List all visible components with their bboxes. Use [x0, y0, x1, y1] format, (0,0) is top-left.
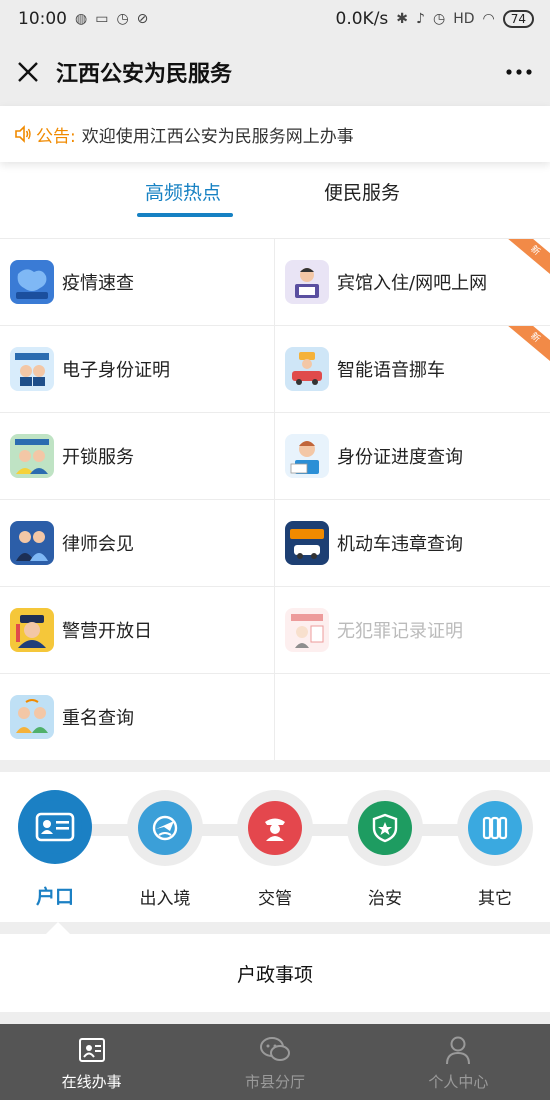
- category-label: 交管: [258, 889, 292, 909]
- category-label: 户口: [35, 886, 74, 908]
- category-label: 出入境: [139, 889, 191, 909]
- service-label: 无犯罪记录证明: [337, 621, 463, 642]
- service-label: 开锁服务: [62, 447, 134, 468]
- airplane-globe-icon: [138, 801, 192, 855]
- speaker-icon: [15, 125, 31, 143]
- page-title: 江西公安为民服务: [56, 62, 233, 87]
- traffic-police-icon: [248, 801, 302, 855]
- service-id-progress[interactable]: 身份证进度查询: [275, 412, 550, 499]
- nav-online-service[interactable]: 在线办事: [0, 1024, 183, 1100]
- new-badge: 新: [503, 326, 550, 367]
- section-title: 户政事项: [0, 934, 550, 1012]
- category-ring: [347, 790, 423, 866]
- id-progress-icon: [285, 434, 329, 478]
- vr-icon: ▭: [95, 11, 109, 27]
- tab-hot[interactable]: 高频热点: [145, 178, 221, 205]
- service-police-open-day[interactable]: 警营开放日: [0, 586, 275, 673]
- category-other[interactable]: 其它: [440, 790, 550, 909]
- service-label: 身份证进度查询: [337, 447, 463, 468]
- title-bar: 江西公安为民服务: [0, 38, 550, 106]
- service-label: 律师会见: [62, 534, 134, 555]
- category-pointer: [46, 922, 70, 934]
- battery-indicator: 74: [502, 10, 534, 28]
- nav-city-hall[interactable]: 市县分厅: [183, 1024, 366, 1100]
- service-move-car[interactable]: 智能语音挪车 新: [275, 325, 550, 412]
- bluetooth-icon: ✱: [396, 11, 409, 27]
- wechat-icon: ◍: [75, 11, 88, 27]
- no-crime-record-icon: [285, 608, 329, 652]
- category-ring: [457, 790, 533, 866]
- police-open-day-icon: [10, 608, 54, 652]
- close-button[interactable]: [0, 38, 56, 106]
- clock-icon: ◷: [432, 11, 446, 27]
- tab-active-indicator: [137, 213, 233, 217]
- notice-bar[interactable]: 公告: 欢迎使用江西公安为民服务网上办事: [0, 106, 550, 162]
- wifi-icon: ◠: [482, 11, 495, 27]
- alarm-icon: ◷: [116, 11, 129, 27]
- household-id-card-icon: [28, 800, 82, 854]
- nav-personal-center[interactable]: 个人中心: [367, 1024, 550, 1100]
- service-hotel-checkin[interactable]: 宾馆入住/网吧上网 新: [275, 238, 550, 325]
- service-unlock[interactable]: 开锁服务: [0, 412, 275, 499]
- category-public-security[interactable]: 治安: [330, 790, 440, 909]
- traffic-violation-icon: [285, 521, 329, 565]
- notice-text: 欢迎使用江西公安为民服务网上办事: [81, 126, 354, 147]
- status-time: 10:00: [18, 9, 67, 29]
- category-ring: [127, 790, 203, 866]
- category-exit-entry[interactable]: 出入境: [110, 790, 220, 909]
- service-label: 疫情速查: [62, 273, 134, 294]
- police-badge-icon: [358, 801, 412, 855]
- service-label: 宾馆入住/网吧上网: [337, 273, 488, 294]
- lawyer-meeting-icon: [10, 521, 54, 565]
- move-car-icon: [285, 347, 329, 391]
- service-no-crime-record[interactable]: 无犯罪记录证明: [275, 586, 550, 673]
- name-search-icon: [10, 695, 54, 739]
- unlock-service-icon: [10, 434, 54, 478]
- tab-convenience[interactable]: 便民服务: [324, 178, 400, 205]
- category-label: 治安: [368, 889, 402, 909]
- service-e-id[interactable]: 电子身份证明: [0, 325, 275, 412]
- service-label: 机动车违章查询: [337, 534, 463, 555]
- close-icon: [18, 62, 38, 82]
- category-selector: 户口 出入境 交管 治安 其它: [0, 772, 550, 922]
- person-icon: [441, 1033, 475, 1067]
- service-label: 电子身份证明: [62, 360, 170, 381]
- bottom-navigation: 在线办事 市县分厅 个人中心: [0, 1024, 550, 1100]
- mute-bell-icon: ♪: [416, 11, 425, 27]
- category-ring: [237, 790, 313, 866]
- service-grid: 疫情速查 宾馆入住/网吧上网 新 电子身份证明 智能语音挪车 新 开锁服务 身份…: [0, 238, 550, 760]
- service-label: 警营开放日: [62, 621, 152, 642]
- nav-label: 个人中心: [428, 1072, 489, 1091]
- service-epidemic-check[interactable]: 疫情速查: [0, 238, 275, 325]
- notice-label: 公告:: [36, 126, 76, 147]
- category-household[interactable]: 户口: [0, 790, 110, 909]
- epidemic-map-icon: [10, 260, 54, 304]
- status-bar: 10:00 ◍ ▭ ◷ ⊘ 0.0K/s ✱ ♪ ◷ HD ◠ 74: [0, 0, 550, 38]
- blocked-icon: ⊘: [136, 11, 149, 27]
- more-dots-icon: [506, 69, 532, 75]
- category-traffic[interactable]: 交管: [220, 790, 330, 909]
- category-ring: [18, 790, 92, 864]
- online-service-icon: [75, 1033, 109, 1067]
- nav-label: 在线办事: [61, 1072, 122, 1091]
- other-folders-icon: [468, 801, 522, 855]
- tab-bar: 高频热点 便民服务: [0, 162, 550, 238]
- hd-signal-icon: HD: [453, 11, 475, 27]
- service-empty: [275, 673, 550, 760]
- city-hall-chat-icon: [258, 1033, 292, 1067]
- more-options-button[interactable]: [504, 58, 534, 86]
- new-badge: 新: [503, 239, 550, 280]
- service-name-search[interactable]: 重名查询: [0, 673, 275, 760]
- service-lawyer-meeting[interactable]: 律师会见: [0, 499, 275, 586]
- category-label: 其它: [478, 889, 512, 909]
- service-label: 重名查询: [62, 708, 134, 729]
- service-traffic-violation[interactable]: 机动车违章查询: [275, 499, 550, 586]
- service-label: 智能语音挪车: [337, 360, 445, 381]
- nav-label: 市县分厅: [244, 1072, 305, 1091]
- network-speed: 0.0K/s: [335, 9, 389, 29]
- hotel-checkin-icon: [285, 260, 329, 304]
- e-id-icon: [10, 347, 54, 391]
